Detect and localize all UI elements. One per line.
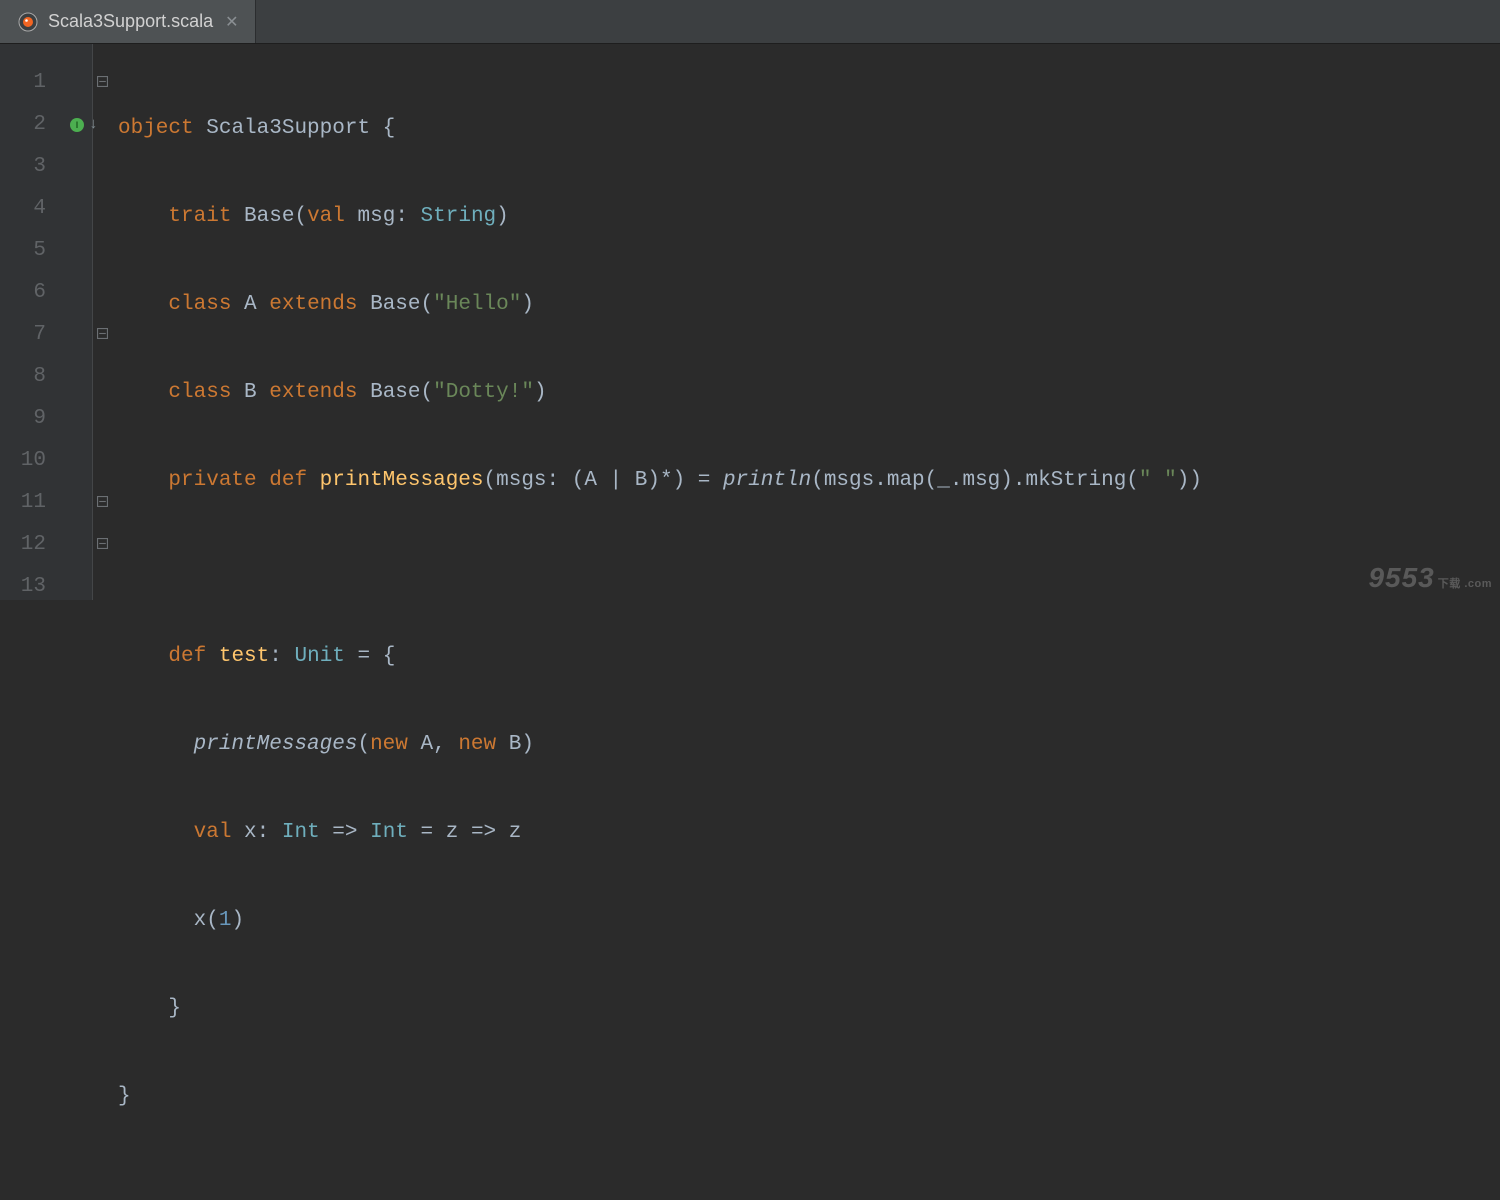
icon-gutter: I ↓ <box>62 44 92 600</box>
line-number: 12 <box>0 524 62 566</box>
line-number: 13 <box>0 566 62 608</box>
code-line: def test: Unit = { <box>118 636 1500 678</box>
code-editor[interactable]: 1 2 3 4 5 6 7 8 9 10 11 12 13 I ↓ object <box>0 44 1500 600</box>
fold-open-icon[interactable] <box>97 74 108 92</box>
code-line: class B extends Base("Dotty!") <box>118 372 1500 414</box>
line-number: 6 <box>0 272 62 314</box>
line-number: 4 <box>0 188 62 230</box>
code-line <box>118 548 1500 590</box>
editor-tab[interactable]: Scala3Support.scala ✕ <box>0 0 256 43</box>
watermark: 9553 下载 .com <box>1368 562 1492 594</box>
implemented-icon[interactable]: I <box>70 118 84 132</box>
line-number-gutter: 1 2 3 4 5 6 7 8 9 10 11 12 13 <box>0 44 62 600</box>
line-number: 9 <box>0 398 62 440</box>
code-line: } <box>118 988 1500 1030</box>
code-line: private def printMessages(msgs: (A | B)*… <box>118 460 1500 502</box>
fold-close-icon[interactable] <box>97 494 108 512</box>
close-icon[interactable]: ✕ <box>223 12 240 32</box>
watermark-sub: 下载 .com <box>1438 579 1492 590</box>
line-number: 11 <box>0 482 62 524</box>
line-number: 7 <box>0 314 62 356</box>
line-number: 2 <box>0 104 62 146</box>
scala-file-icon <box>18 12 38 32</box>
code-line: val x: Int => Int = z => z <box>118 812 1500 854</box>
code-line: object Scala3Support { <box>118 108 1500 150</box>
code-line: } <box>118 1076 1500 1118</box>
code-area[interactable]: object Scala3Support { trait Base(val ms… <box>112 44 1500 600</box>
line-number: 8 <box>0 356 62 398</box>
line-number: 3 <box>0 146 62 188</box>
tab-label: Scala3Support.scala <box>48 11 213 32</box>
line-number: 10 <box>0 440 62 482</box>
code-line: class A extends Base("Hello") <box>118 284 1500 326</box>
code-line: trait Base(val msg: String) <box>118 196 1500 238</box>
code-line <box>118 1164 1500 1200</box>
watermark-main: 9553 <box>1368 562 1434 594</box>
line-number: 1 <box>0 62 62 104</box>
line-number: 5 <box>0 230 62 272</box>
tab-bar: Scala3Support.scala ✕ <box>0 0 1500 44</box>
down-arrow-icon: ↓ <box>89 116 98 133</box>
code-line: x(1) <box>118 900 1500 942</box>
fold-open-icon[interactable] <box>97 326 108 344</box>
code-line: printMessages(new A, new B) <box>118 724 1500 766</box>
fold-close-icon[interactable] <box>97 536 108 554</box>
